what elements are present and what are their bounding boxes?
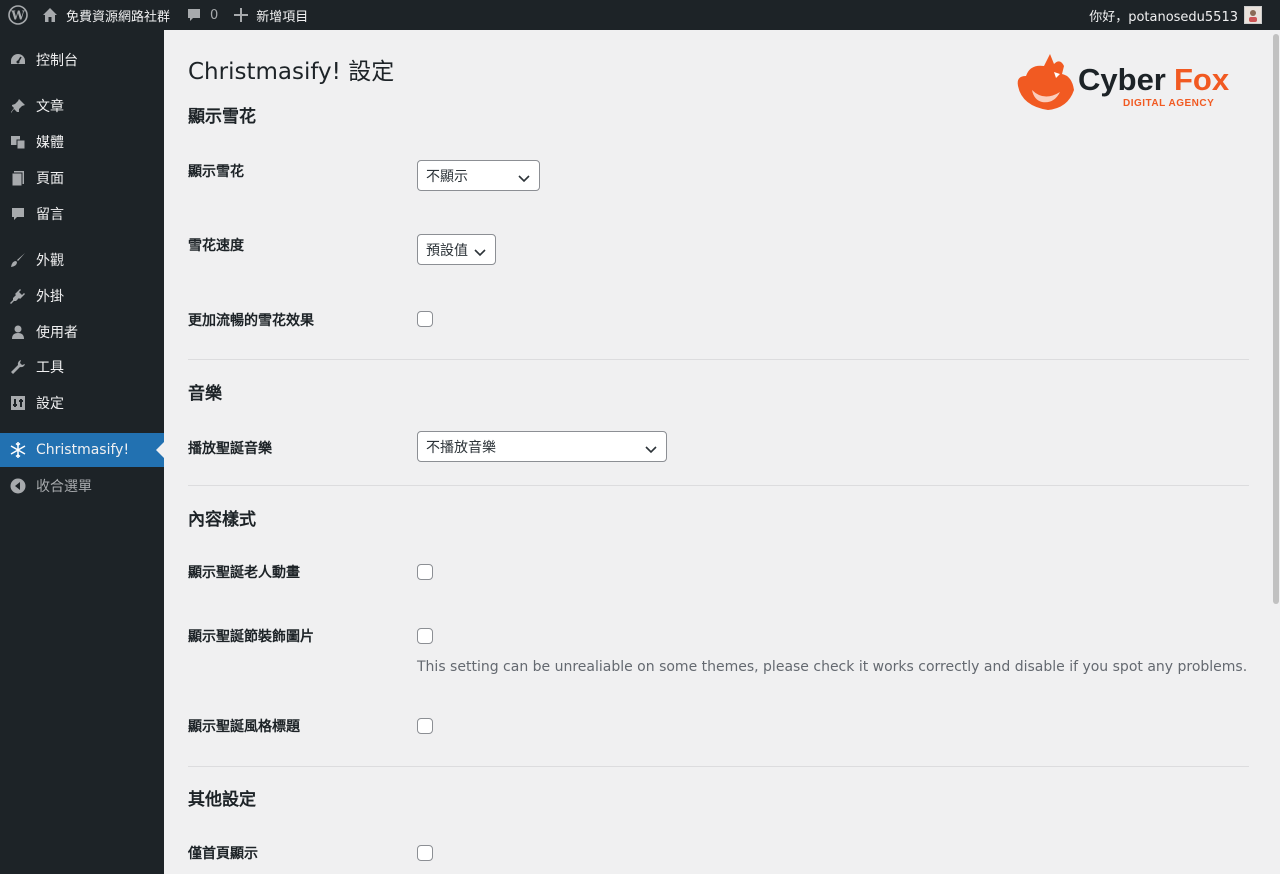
admin-sidebar: 控制台 文章 媒體 頁面 留言 外觀 外掛 使用者 工具 設定 Christma…: [0, 30, 164, 874]
christmas-heading-checkbox[interactable]: [417, 718, 433, 734]
sidebar-item-appearance[interactable]: 外觀: [0, 243, 164, 277]
brush-icon: [0, 251, 36, 269]
sidebar-item-users[interactable]: 使用者: [0, 315, 164, 349]
sidebar-item-label: 使用者: [36, 325, 78, 341]
section-title-other: 其他設定: [188, 790, 256, 810]
sidebar-item-comments[interactable]: 留言: [0, 197, 164, 231]
section-title-content: 內容樣式: [188, 510, 256, 530]
sidebar-item-label: 外掛: [36, 289, 64, 305]
collapse-menu-button[interactable]: 收合選單: [0, 469, 164, 503]
wrench-icon: [0, 358, 36, 376]
comment-icon: [0, 205, 36, 223]
show-snow-select[interactable]: 不顯示: [417, 160, 540, 191]
decor-images-label: 顯示聖誕節裝飾圖片: [188, 629, 314, 645]
sidebar-item-label: 留言: [36, 207, 64, 223]
page-icon: [0, 169, 36, 187]
user-icon: [0, 323, 36, 341]
play-music-value: 不播放音樂: [426, 439, 496, 456]
snowflake-icon: [0, 441, 36, 459]
section-divider: [188, 359, 1249, 360]
my-account-link[interactable]: 你好，potanosedu5513: [1081, 0, 1280, 30]
christmas-heading-label: 顯示聖誕風格標題: [188, 719, 300, 735]
sidebar-item-label: 設定: [36, 396, 64, 412]
smooth-snow-label: 更加流暢的雪花效果: [188, 313, 314, 329]
dashboard-icon: [0, 51, 36, 69]
snow-speed-select[interactable]: 預設值: [417, 234, 496, 265]
show-snow-label: 顯示雪花: [188, 164, 244, 180]
scrollbar-thumb[interactable]: [1273, 34, 1279, 604]
sidebar-item-label: 外觀: [36, 253, 64, 269]
home-icon: [42, 7, 58, 23]
avatar: [1244, 6, 1262, 24]
snow-speed-value: 預設值: [426, 242, 468, 259]
new-content-label: 新增項目: [256, 9, 309, 25]
collapse-icon: [0, 478, 36, 494]
svg-text:Cyber: Cyber: [1078, 62, 1166, 97]
admin-bar: W 免費資源網路社群 0 新增項目 你好，potanosedu5513: [0, 0, 1280, 30]
play-music-label: 播放聖誕音樂: [188, 441, 272, 457]
chevron-down-icon: [474, 245, 486, 261]
sidebar-item-plugins[interactable]: 外掛: [0, 279, 164, 313]
chevron-down-icon: [645, 442, 657, 458]
comment-count: 0: [210, 7, 219, 23]
main-content: Christmasify! 設定 Cyber Fox DIGITAL AGENC…: [164, 30, 1272, 874]
homepage-only-checkbox[interactable]: [417, 845, 433, 861]
sidebar-item-christmasify[interactable]: Christmasify!: [0, 433, 164, 467]
comment-bubble-icon: [186, 7, 202, 23]
settings-icon: [0, 394, 36, 412]
section-divider: [188, 766, 1249, 767]
santa-animation-label: 顯示聖誕老人動畫: [188, 565, 300, 581]
sidebar-item-label: 文章: [36, 99, 64, 115]
wordpress-logo-icon[interactable]: W: [2, 0, 34, 30]
play-music-select[interactable]: 不播放音樂: [417, 431, 667, 462]
sidebar-item-label: Christmasify!: [36, 442, 130, 458]
media-icon: [0, 133, 36, 151]
site-name: 免費資源網路社群: [66, 9, 171, 25]
svg-text:Fox: Fox: [1174, 62, 1230, 97]
greeting: 你好，potanosedu5513: [1089, 9, 1238, 25]
sidebar-item-media[interactable]: 媒體: [0, 125, 164, 159]
section-title-music: 音樂: [188, 384, 222, 404]
comments-link[interactable]: 0: [178, 0, 226, 30]
smooth-snow-checkbox[interactable]: [417, 311, 433, 327]
sidebar-item-label: 工具: [36, 360, 64, 376]
cyberfox-logo: Cyber Fox DIGITAL AGENCY: [1014, 46, 1234, 116]
page-title: Christmasify! 設定: [188, 59, 395, 85]
sidebar-item-posts[interactable]: 文章: [0, 89, 164, 123]
new-content-link[interactable]: 新增項目: [226, 0, 316, 30]
decor-images-description: This setting can be unrealiable on some …: [417, 659, 1248, 675]
sidebar-item-settings[interactable]: 設定: [0, 386, 164, 420]
santa-animation-checkbox[interactable]: [417, 564, 433, 580]
sidebar-item-pages[interactable]: 頁面: [0, 161, 164, 195]
plugin-icon: [0, 287, 36, 305]
page-scrollbar[interactable]: [1272, 30, 1280, 874]
snow-speed-label: 雪花速度: [188, 238, 244, 254]
section-divider: [188, 485, 1249, 486]
pin-icon: [0, 97, 36, 115]
site-name-link[interactable]: 免費資源網路社群: [34, 0, 178, 30]
sidebar-item-tools[interactable]: 工具: [0, 350, 164, 384]
sidebar-item-dashboard[interactable]: 控制台: [0, 43, 164, 77]
decor-images-checkbox[interactable]: [417, 628, 433, 644]
sidebar-item-label: 頁面: [36, 171, 64, 187]
plus-icon: [234, 8, 249, 22]
homepage-only-label: 僅首頁顯示: [188, 846, 258, 862]
svg-text:DIGITAL AGENCY: DIGITAL AGENCY: [1123, 98, 1214, 109]
section-title-snow: 顯示雪花: [188, 107, 256, 127]
sidebar-item-label: 媒體: [36, 135, 64, 151]
svg-text:W: W: [10, 9, 25, 23]
sidebar-item-label: 收合選單: [36, 479, 92, 495]
chevron-down-icon: [518, 171, 530, 187]
sidebar-item-label: 控制台: [36, 53, 78, 69]
show-snow-value: 不顯示: [426, 168, 468, 185]
